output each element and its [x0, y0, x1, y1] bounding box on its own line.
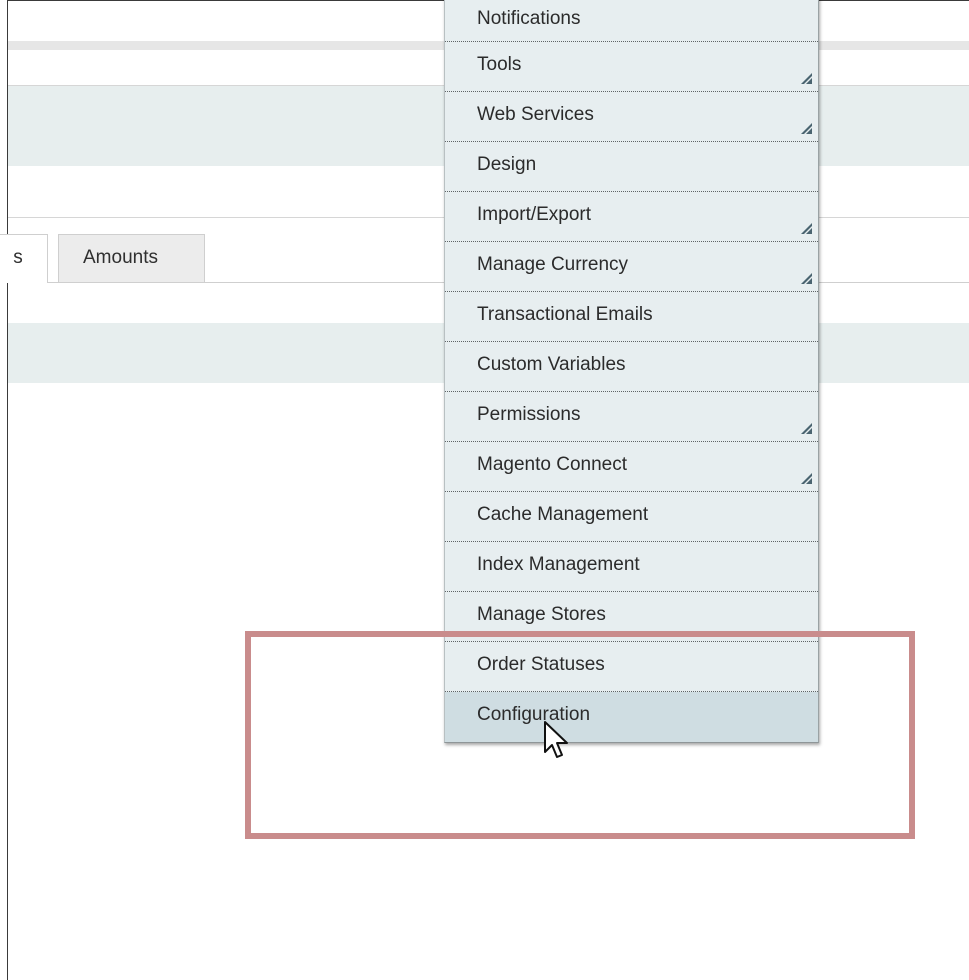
menu-item-label: Magento Connect	[477, 454, 627, 475]
menu-item-label: Manage Stores	[477, 604, 606, 625]
tab-partial[interactable]: s	[0, 234, 48, 283]
menu-item-label: Transactional Emails	[477, 304, 653, 325]
menu-item-label: Import/Export	[477, 204, 592, 225]
menu-item-cache-management[interactable]: Cache Management	[445, 492, 818, 542]
menu-item-notifications[interactable]: Notifications	[445, 0, 818, 42]
menu-item-label: Cache Management	[477, 504, 649, 525]
menu-item-label: Index Management	[477, 554, 640, 575]
menu-item-transactional-emails[interactable]: Transactional Emails	[445, 292, 818, 342]
menu-item-web-services[interactable]: Web Services	[445, 92, 818, 142]
submenu-arrow-icon	[801, 73, 812, 84]
menu-item-label: Web Services	[477, 104, 594, 125]
menu-item-manage-currency[interactable]: Manage Currency	[445, 242, 818, 292]
annotation-highlight-box	[245, 631, 915, 839]
mouse-pointer-icon	[544, 721, 568, 758]
menu-item-permissions[interactable]: Permissions	[445, 392, 818, 442]
menu-item-magento-connect[interactable]: Magento Connect	[445, 442, 818, 492]
menu-item-import-export[interactable]: Import/Export	[445, 192, 818, 242]
menu-item-design[interactable]: Design	[445, 142, 818, 192]
menu-item-label: Design	[477, 154, 537, 175]
submenu-arrow-icon	[801, 123, 812, 134]
submenu-arrow-icon	[801, 273, 812, 284]
menu-item-tools[interactable]: Tools	[445, 42, 818, 92]
submenu-arrow-icon	[801, 473, 812, 484]
submenu-arrow-icon	[801, 223, 812, 234]
submenu-arrow-icon	[801, 423, 812, 434]
menu-item-label: Tools	[477, 54, 522, 75]
menu-item-label: Notifications	[477, 8, 581, 29]
tab-amounts[interactable]: Amounts	[58, 234, 205, 282]
menu-item-index-management[interactable]: Index Management	[445, 542, 818, 592]
menu-item-label: Manage Currency	[477, 254, 629, 275]
menu-item-custom-variables[interactable]: Custom Variables	[445, 342, 818, 392]
menu-item-label: Custom Variables	[477, 354, 626, 375]
menu-item-label: Permissions	[477, 404, 581, 425]
